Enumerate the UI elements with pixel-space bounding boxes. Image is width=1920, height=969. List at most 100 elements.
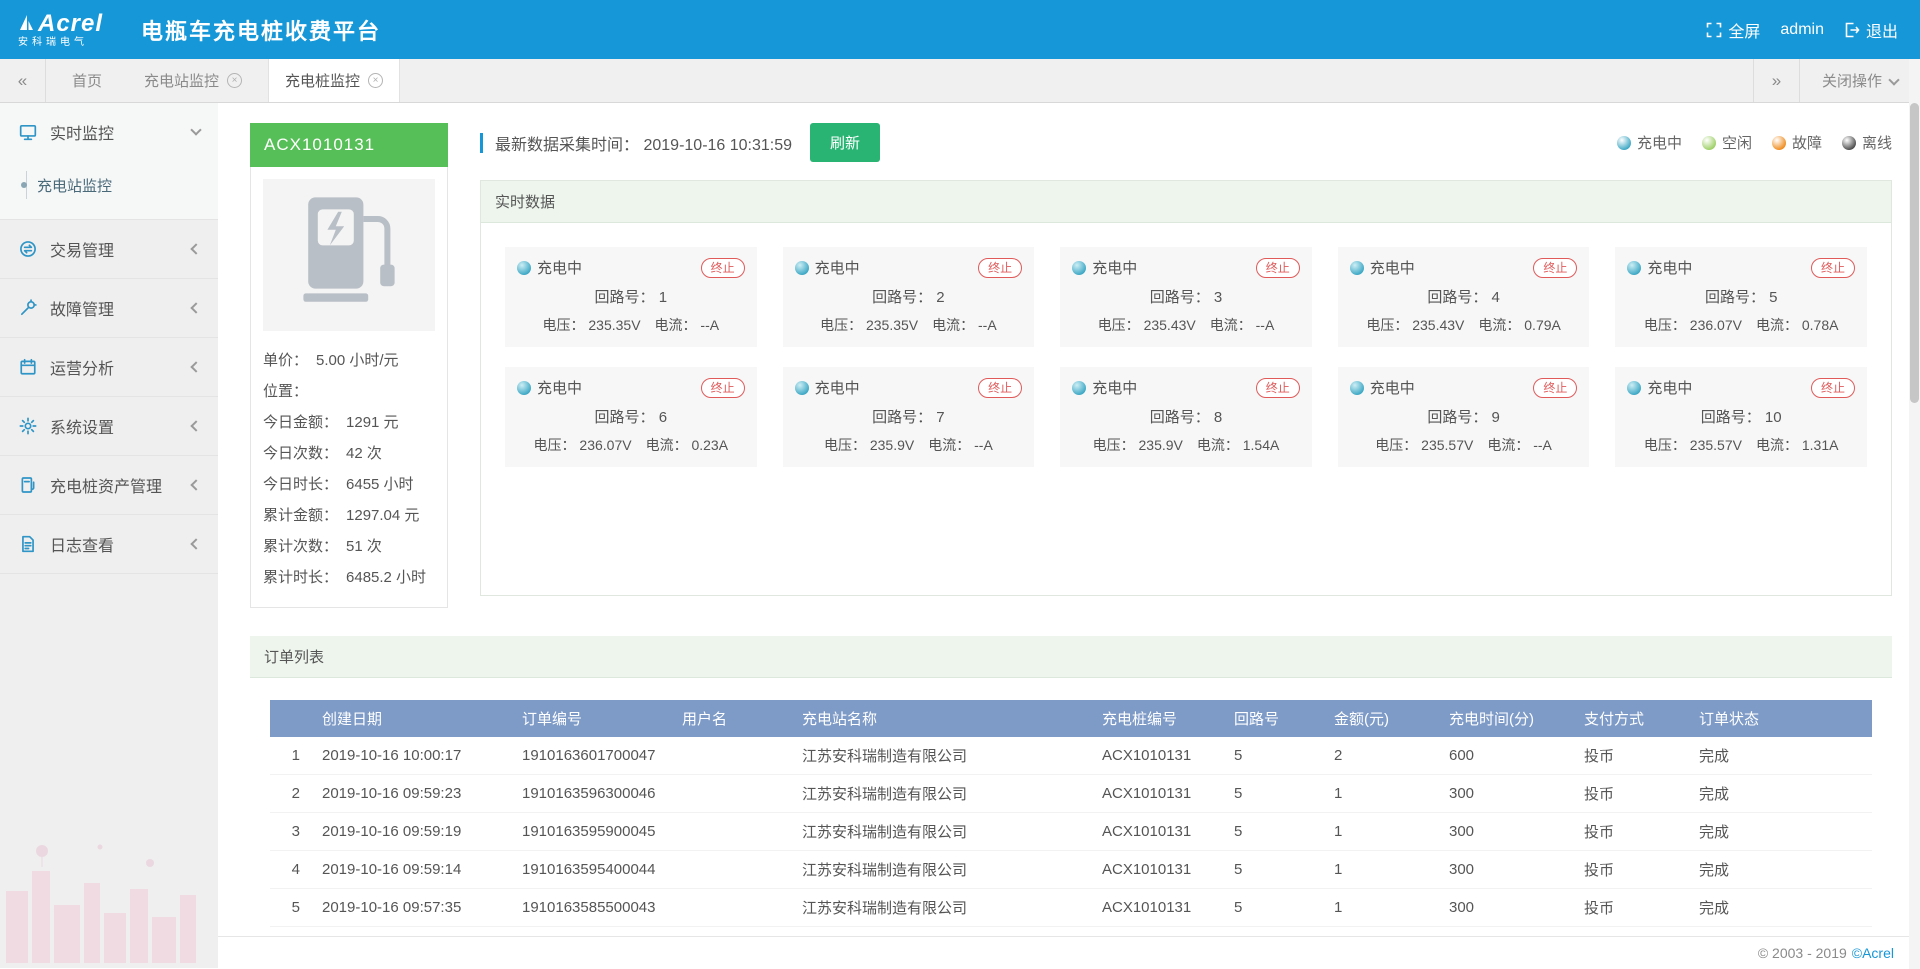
voltage-current: 电压： 235.9V 电流： --A <box>795 435 1023 455</box>
channel-card: 充电中 终止 回路号： 2 电压： 235.35V 电流： --A <box>783 247 1035 347</box>
channel-card: 充电中 终止 回路号： 1 电压： 235.35V 电流： --A <box>505 247 757 347</box>
sidebar-item-settings[interactable]: 系统设置 <box>0 397 218 455</box>
username[interactable]: admin <box>1780 21 1824 39</box>
device-stat-row: 今日次数：42 次 <box>263 438 435 469</box>
loop-number: 回路号： 5 <box>1627 286 1855 307</box>
loop-number: 回路号： 4 <box>1350 286 1578 307</box>
logout-button[interactable]: 退出 <box>1844 18 1898 42</box>
logo: Acrel 安科瑞电气 <box>0 11 103 49</box>
device-stat-row: 累计次数：51 次 <box>263 531 435 562</box>
loop-number: 回路号： 10 <box>1627 406 1855 427</box>
page-title: 电瓶车充电桩收费平台 <box>141 14 381 46</box>
scrollbar-thumb[interactable] <box>1910 103 1919 403</box>
active-dot-icon <box>21 182 27 188</box>
sidebar-item-assets[interactable]: 充电桩资产管理 <box>0 456 218 514</box>
col-header: 创建日期 <box>314 700 514 737</box>
chevron-left-icon <box>190 479 201 490</box>
status-legend: 充电中 空闲 故障 离线 <box>1617 132 1892 153</box>
table-row: 42019-10-16 09:59:141910163595400044江苏安科… <box>270 851 1872 889</box>
legend-item: 离线 <box>1842 132 1892 153</box>
log-icon <box>18 534 38 554</box>
status-dot-icon <box>1350 381 1364 395</box>
terminate-button[interactable]: 终止 <box>1533 378 1577 398</box>
col-header: 订单编号 <box>514 700 674 737</box>
channel-card: 充电中 终止 回路号： 4 电压： 235.43V 电流： 0.79A <box>1338 247 1590 347</box>
status-dot-icon <box>517 381 531 395</box>
terminate-button[interactable]: 终止 <box>1533 258 1577 278</box>
voltage-current: 电压： 235.43V 电流： 0.79A <box>1350 315 1578 335</box>
sidebar-item-realtime-monitor[interactable]: 实时监控 <box>0 103 218 161</box>
device-stats: 单价：5.00 小时/元 位置： 今日金额：1291 元 今日次数：42 次 今… <box>263 345 435 593</box>
monitor-panel: 最新数据采集时间： 2019-10-16 10:31:59 刷新 充电中 空闲 … <box>480 123 1892 608</box>
orders-section: 订单列表 创建日期订单编号用户名充电站名称充电桩编号回路号金额(元)充电时间(分… <box>250 636 1892 927</box>
acrel-link[interactable]: ©Acrel <box>1852 945 1894 961</box>
sidebar-item-transactions[interactable]: 交易管理 <box>0 220 218 278</box>
voltage-current: 电压： 235.57V 电流： --A <box>1350 435 1578 455</box>
status-dot-icon <box>1772 136 1786 150</box>
device-stat-row: 位置： <box>263 376 435 407</box>
close-icon[interactable]: × <box>227 73 242 88</box>
app-header: Acrel 安科瑞电气 电瓶车充电桩收费平台 全屏 admin 退出 <box>0 0 1920 59</box>
device-id-header: ACX1010131 <box>250 123 448 167</box>
refresh-button[interactable]: 刷新 <box>810 123 880 162</box>
legend-item: 故障 <box>1772 132 1822 153</box>
logo-subtitle: 安科瑞电气 <box>18 38 103 49</box>
terminate-button[interactable]: 终止 <box>978 378 1022 398</box>
col-header: 充电桩编号 <box>1094 700 1226 737</box>
orders-title: 订单列表 <box>250 636 1892 678</box>
asset-icon <box>18 475 38 495</box>
tabs-scroll-left-icon[interactable]: « <box>0 59 46 102</box>
terminate-button[interactable]: 终止 <box>1256 258 1300 278</box>
col-header: 回路号 <box>1226 700 1326 737</box>
close-icon[interactable]: × <box>368 73 383 88</box>
device-stat-row: 累计金额：1297.04 元 <box>263 500 435 531</box>
sidebar-item-analysis[interactable]: 运营分析 <box>0 338 218 396</box>
device-stat-row: 今日金额：1291 元 <box>263 407 435 438</box>
loop-number: 回路号： 6 <box>517 406 745 427</box>
status-dot-icon <box>795 261 809 275</box>
channel-grid: 充电中 终止 回路号： 1 电压： 235.35V 电流： --A 充电中 终止… <box>481 223 1891 595</box>
col-header: 支付方式 <box>1576 700 1691 737</box>
legend-item: 充电中 <box>1617 132 1682 153</box>
table-row: 52019-10-16 09:57:351910163585500043江苏安科… <box>270 889 1872 927</box>
col-header-index <box>270 700 314 737</box>
sidebar-item-logs[interactable]: 日志查看 <box>0 515 218 573</box>
device-stat-row: 今日时长：6455 小时 <box>263 469 435 500</box>
chevron-left-icon <box>190 302 201 313</box>
voltage-current: 电压： 235.35V 电流： --A <box>517 315 745 335</box>
fullscreen-button[interactable]: 全屏 <box>1706 18 1760 42</box>
loop-number: 回路号： 7 <box>795 406 1023 427</box>
chevron-left-icon <box>190 538 201 549</box>
sidebar-menu: 实时监控 充电站监控 交易管理 <box>0 103 218 574</box>
terminate-button[interactable]: 终止 <box>1811 258 1855 278</box>
terminate-button[interactable]: 终止 <box>701 378 745 398</box>
sidebar-item-station-monitor[interactable]: 充电站监控 <box>0 165 218 205</box>
tab-pile-monitor[interactable]: 充电桩监控 × <box>268 59 400 102</box>
col-header: 金额(元) <box>1326 700 1441 737</box>
legend-item: 空闲 <box>1702 132 1752 153</box>
status-dot-icon <box>1842 136 1856 150</box>
sidebar: 实时监控 充电站监控 交易管理 <box>0 103 218 968</box>
tabs-scroll-right-icon[interactable]: » <box>1753 59 1799 102</box>
sidebar-item-faults[interactable]: 故障管理 <box>0 279 218 337</box>
channel-card: 充电中 终止 回路号： 7 电压： 235.9V 电流： --A <box>783 367 1035 467</box>
voltage-current: 电压： 236.07V 电流： 0.23A <box>517 435 745 455</box>
tab-home[interactable]: 首页 <box>56 59 118 102</box>
terminate-button[interactable]: 终止 <box>1811 378 1855 398</box>
tab-station-monitor[interactable]: 充电站监控 × <box>128 59 258 102</box>
terminate-button[interactable]: 终止 <box>1256 378 1300 398</box>
status-dot-icon <box>1627 381 1641 395</box>
realtime-data-title: 实时数据 <box>481 181 1891 223</box>
scrollbar[interactable] <box>1909 59 1920 969</box>
orders-header-row: 创建日期订单编号用户名充电站名称充电桩编号回路号金额(元)充电时间(分)支付方式… <box>270 700 1872 737</box>
close-operations-dropdown[interactable]: 关闭操作 <box>1799 59 1920 102</box>
fullscreen-icon <box>1706 22 1722 38</box>
status-dot-icon <box>1350 261 1364 275</box>
voltage-current: 电压： 235.43V 电流： --A <box>1072 315 1300 335</box>
loop-number: 回路号： 1 <box>517 286 745 307</box>
terminate-button[interactable]: 终止 <box>701 258 745 278</box>
voltage-current: 电压： 235.9V 电流： 1.54A <box>1072 435 1300 455</box>
status-dot-icon <box>795 381 809 395</box>
orders-body: 12019-10-16 10:00:171910163601700047江苏安科… <box>270 737 1872 927</box>
terminate-button[interactable]: 终止 <box>978 258 1022 278</box>
